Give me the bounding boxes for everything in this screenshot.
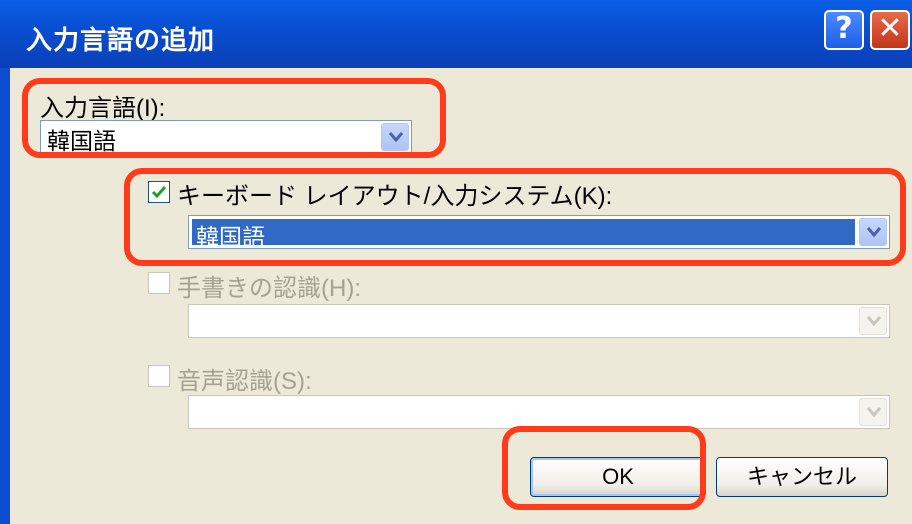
input-language-label: 入力言語(I): (40, 95, 166, 122)
speech-select[interactable] (188, 395, 890, 429)
handwriting-label: 手書きの認識(H): (177, 275, 361, 302)
close-button[interactable]: ✕ (870, 10, 910, 50)
chevron-down-icon (859, 307, 887, 335)
cancel-button[interactable]: キャンセル (716, 457, 888, 497)
title-bar[interactable]: 入力言語の追加 ? ✕ (0, 0, 912, 68)
handwriting-checkbox[interactable] (148, 272, 170, 294)
close-icon: ✕ (877, 11, 903, 46)
input-language-select[interactable]: 韓国語 (40, 120, 412, 154)
keyboard-layout-value: 韓国語 (196, 224, 265, 250)
keyboard-layout-select[interactable]: 韓国語 (188, 215, 890, 250)
keyboard-layout-checkbox[interactable] (148, 181, 170, 203)
speech-checkbox[interactable] (148, 365, 170, 387)
checkmark-icon (151, 186, 167, 199)
speech-label: 音声認識(S): (177, 368, 312, 395)
add-input-language-dialog: 入力言語の追加 ? ✕ 入力言語(I): 韓国語 キーボード レイアウト/入力シ… (0, 0, 912, 524)
ok-button[interactable]: OK (530, 457, 706, 497)
chevron-down-icon (859, 398, 887, 426)
window-title: 入力言語の追加 (26, 26, 216, 56)
chevron-down-icon[interactable] (859, 218, 887, 246)
input-language-value: 韓国語 (47, 128, 116, 154)
keyboard-layout-label: キーボード レイアウト/入力システム(K): (177, 183, 613, 210)
chevron-down-icon[interactable] (381, 123, 409, 151)
help-icon: ? (835, 11, 853, 46)
window-frame (0, 68, 10, 524)
handwriting-select[interactable] (188, 304, 890, 338)
help-button[interactable]: ? (824, 10, 864, 50)
keyboard-layout-selected: 韓国語 (192, 219, 855, 250)
